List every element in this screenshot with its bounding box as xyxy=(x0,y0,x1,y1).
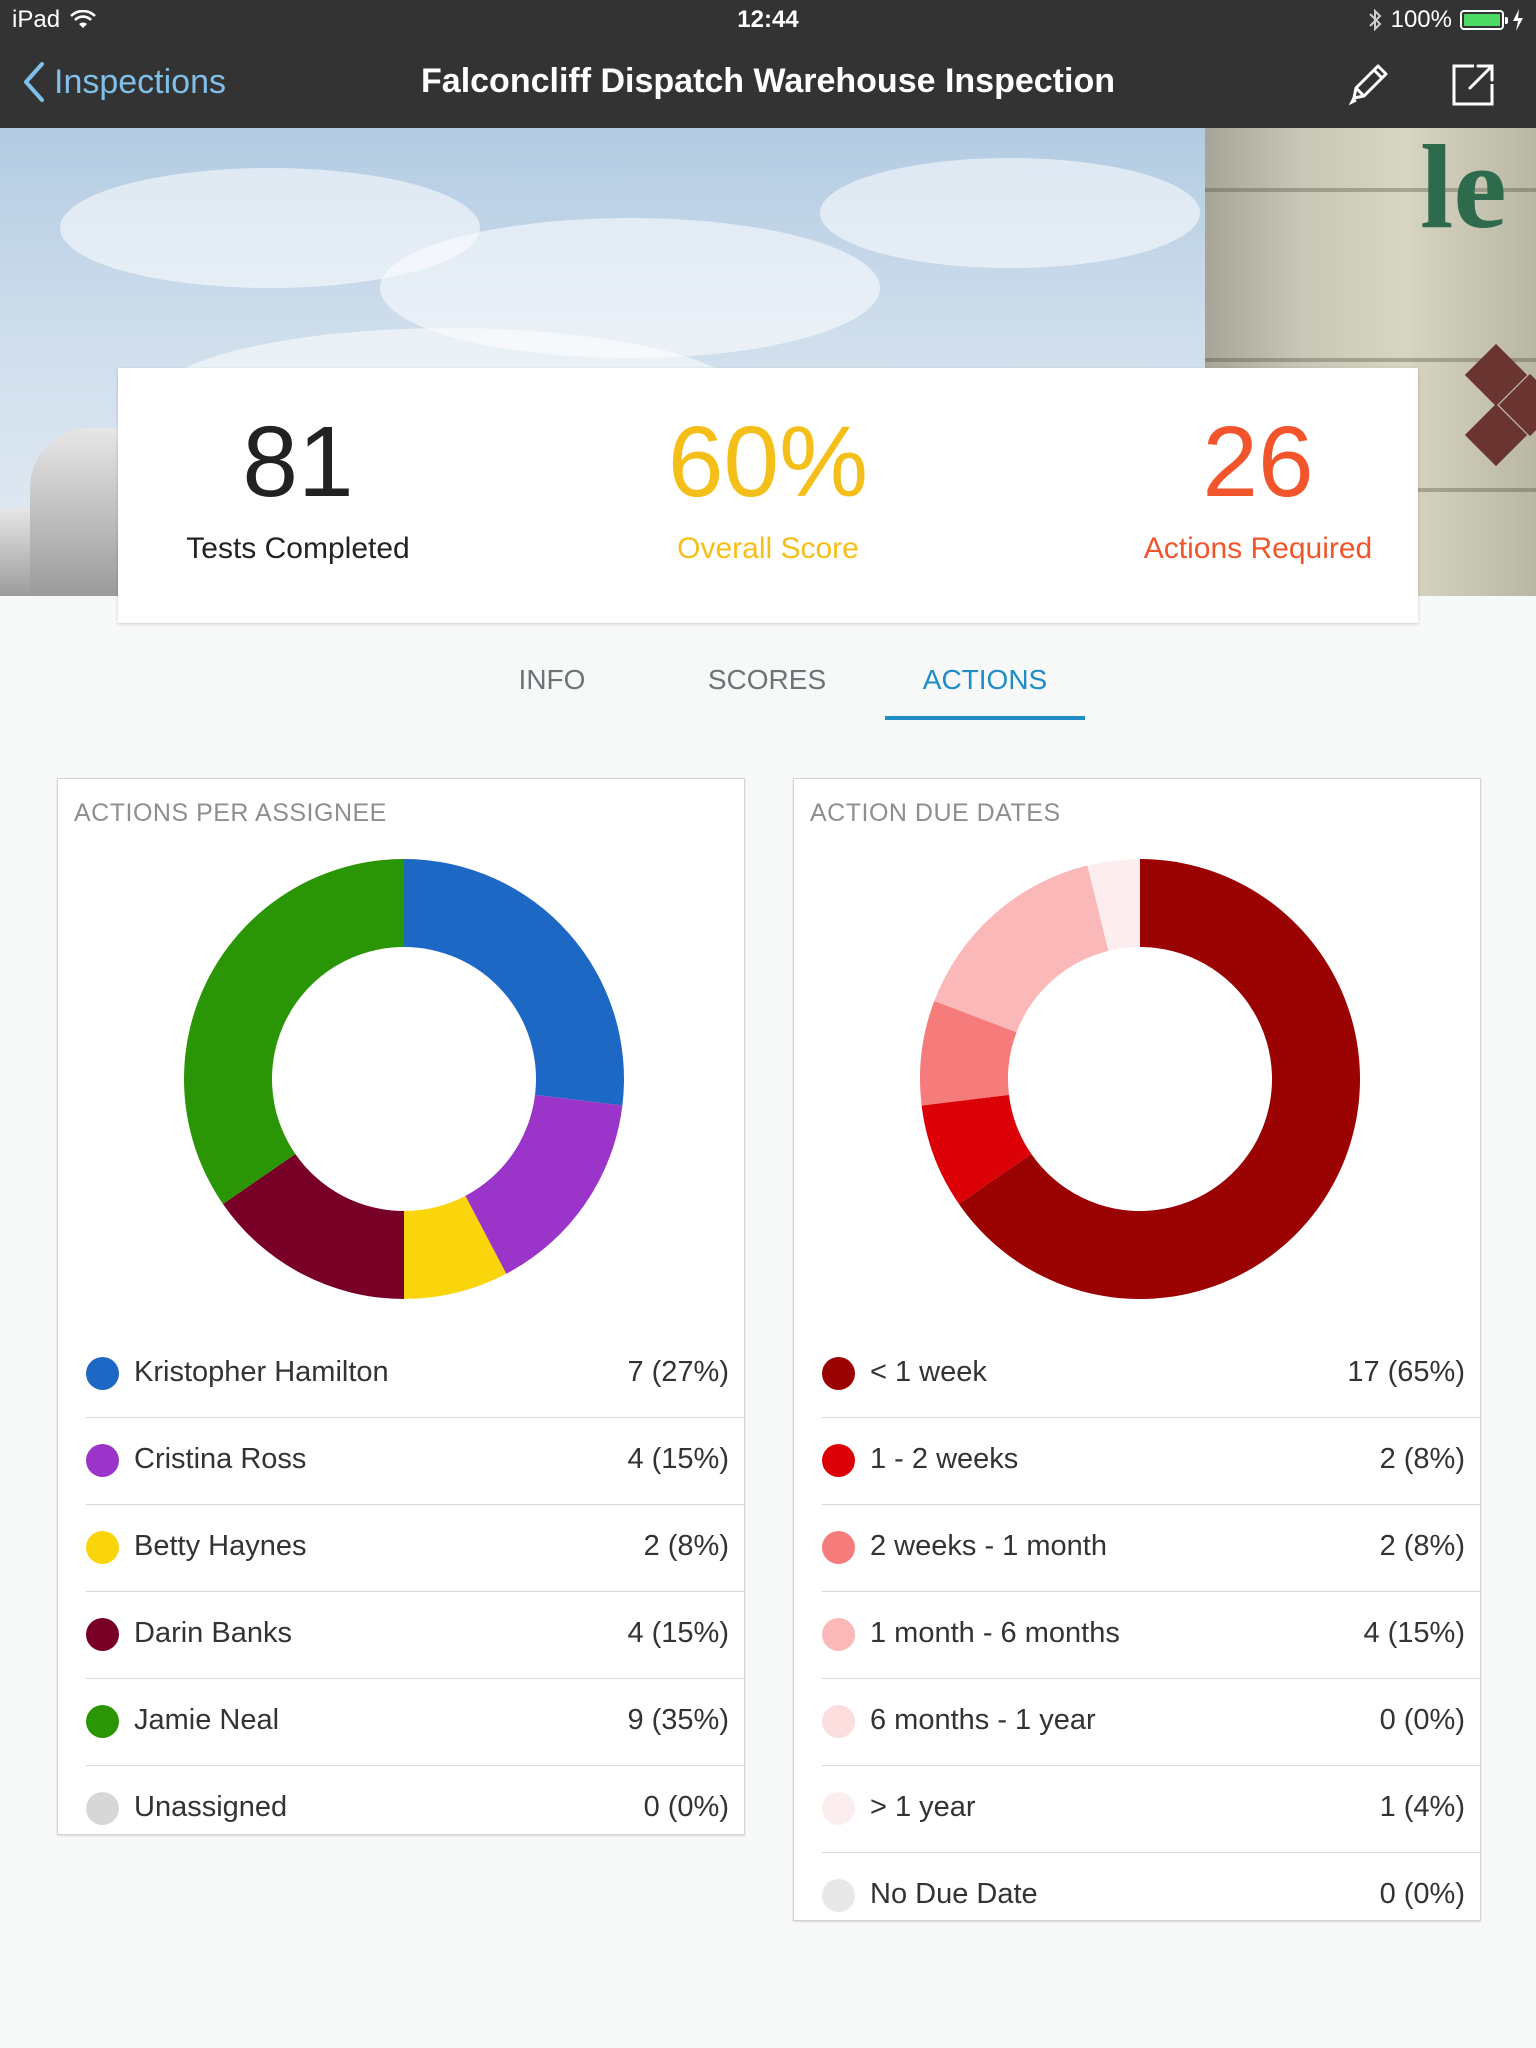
legend-row-1-2-weeks[interactable]: 1 - 2 weeks 2 (8%) xyxy=(822,1418,1480,1505)
legend-label: 1 month - 6 months xyxy=(870,1617,1120,1649)
legend-row-no-due-date[interactable]: No Due Date 0 (0%) xyxy=(822,1853,1480,1939)
navigation-bar: Inspections Falconcliff Dispatch Warehou… xyxy=(0,40,1536,128)
legend-row-6-months-1-year[interactable]: 6 months - 1 year 0 (0%) xyxy=(822,1679,1480,1766)
legend-row-betty-haynes[interactable]: Betty Haynes 2 (8%) xyxy=(86,1505,744,1592)
legend-label: 2 weeks - 1 month xyxy=(870,1530,1107,1562)
donut-slice-1-month-6-months[interactable] xyxy=(934,865,1109,1033)
charging-icon xyxy=(1513,9,1523,31)
assignee-donut-chart xyxy=(184,859,624,1299)
due-dates-donut-chart xyxy=(920,859,1360,1299)
legend-label: Cristina Ross xyxy=(134,1443,307,1475)
legend-label: 1 - 2 weeks xyxy=(870,1443,1019,1475)
tab-actions[interactable]: ACTIONS xyxy=(885,664,1085,696)
tests-completed-stat: 81 Tests Completed xyxy=(118,368,478,566)
tests-completed-value: 81 xyxy=(242,406,354,518)
legend-value: 2 (8%) xyxy=(1379,1530,1465,1562)
pencil-icon xyxy=(1348,64,1388,106)
page-title: Falconcliff Dispatch Warehouse Inspectio… xyxy=(421,62,1115,100)
stats-card: 81 Tests Completed 60% Overall Score 26 … xyxy=(118,368,1418,623)
legend-label: No Due Date xyxy=(870,1878,1038,1910)
legend-row-jamie-neal[interactable]: Jamie Neal 9 (35%) xyxy=(86,1679,744,1766)
legend-label: Unassigned xyxy=(134,1791,288,1823)
card-title: ACTION DUE DATES xyxy=(810,799,1061,827)
action-due-dates-card: ACTION DUE DATES < 1 week 17 (65%) 1 - 2 w… xyxy=(793,778,1481,1921)
legend-value: 9 (35%) xyxy=(627,1704,729,1736)
donut-slice-jamie-neal[interactable] xyxy=(184,859,404,1204)
share-button[interactable] xyxy=(1444,56,1500,112)
legend-row-1-year[interactable]: > 1 year 1 (4%) xyxy=(822,1766,1480,1853)
legend-color-dot xyxy=(822,1444,855,1477)
legend-color-dot xyxy=(822,1357,855,1390)
silo-logo-graphic: le xyxy=(1420,128,1507,253)
legend-label: Betty Haynes xyxy=(134,1530,307,1562)
legend-label: Kristopher Hamilton xyxy=(134,1356,389,1388)
legend-row-1-week[interactable]: < 1 week 17 (65%) xyxy=(822,1331,1480,1418)
actions-required-label: Actions Required xyxy=(1143,532,1373,565)
legend-row-cristina-ross[interactable]: Cristina Ross 4 (15%) xyxy=(86,1418,744,1505)
legend-color-dot xyxy=(822,1792,855,1825)
battery-percent: 100% xyxy=(1390,6,1452,33)
status-time: 12:44 xyxy=(737,6,799,33)
battery-icon xyxy=(1460,10,1508,30)
legend-color-dot xyxy=(86,1792,119,1825)
legend-label: > 1 year xyxy=(870,1791,976,1823)
tests-completed-label: Tests Completed xyxy=(186,532,410,565)
due-dates-legend: < 1 week 17 (65%) 1 - 2 weeks 2 (8%) 2 weeks… xyxy=(822,1331,1480,1939)
legend-label: Darin Banks xyxy=(134,1617,292,1649)
legend-color-dot xyxy=(822,1705,855,1738)
legend-color-dot xyxy=(86,1705,119,1738)
legend-row-darin-banks[interactable]: Darin Banks 4 (15%) xyxy=(86,1592,744,1679)
legend-label: Jamie Neal xyxy=(134,1704,280,1736)
donut-slice-kristopher-hamilton[interactable] xyxy=(404,859,624,1106)
legend-value: 4 (15%) xyxy=(627,1617,729,1649)
legend-value: 7 (27%) xyxy=(627,1356,729,1388)
legend-value: 2 (8%) xyxy=(1379,1443,1465,1475)
legend-row-1-month-6-months[interactable]: 1 month - 6 months 4 (15%) xyxy=(822,1592,1480,1679)
legend-color-dot xyxy=(822,1531,855,1564)
legend-label: 6 months - 1 year xyxy=(870,1704,1096,1736)
legend-value: 0 (0%) xyxy=(1379,1878,1465,1910)
tab-bar: INFO SCORES ACTIONS xyxy=(0,648,1536,722)
actions-required-stat: 26 Actions Required xyxy=(1078,368,1438,566)
overall-score-value: 60% xyxy=(667,406,869,518)
legend-value: 2 (8%) xyxy=(643,1530,729,1562)
tab-info[interactable]: INFO xyxy=(452,664,652,696)
bluetooth-icon xyxy=(1368,8,1382,32)
actions-required-value: 26 xyxy=(1202,406,1314,518)
status-bar: iPad 12:44 100% xyxy=(0,0,1536,40)
card-title: ACTIONS PER ASSIGNEE xyxy=(74,799,387,827)
legend-row-2-weeks-1-month[interactable]: 2 weeks - 1 month 2 (8%) xyxy=(822,1505,1480,1592)
overall-score-label: Overall Score xyxy=(677,532,859,565)
status-right: 100% xyxy=(1367,6,1524,34)
legend-color-dot xyxy=(86,1531,119,1564)
legend-value: 4 (15%) xyxy=(627,1443,729,1475)
legend-row-kristopher-hamilton[interactable]: Kristopher Hamilton 7 (27%) xyxy=(86,1331,744,1418)
legend-label: < 1 week xyxy=(870,1356,987,1388)
tab-scores[interactable]: SCORES xyxy=(667,664,867,696)
actions-per-assignee-card: ACTIONS PER ASSIGNEE Kristopher Hamilton… xyxy=(57,778,745,1835)
legend-value: 4 (15%) xyxy=(1363,1617,1465,1649)
legend-value: 0 (0%) xyxy=(1379,1704,1465,1736)
active-tab-indicator xyxy=(885,716,1085,720)
overall-score-stat: 60% Overall Score xyxy=(588,368,948,566)
edit-button[interactable] xyxy=(1340,56,1396,112)
legend-color-dot xyxy=(86,1357,119,1390)
legend-color-dot xyxy=(822,1879,855,1912)
share-icon xyxy=(1452,64,1494,106)
legend-value: 0 (0%) xyxy=(643,1791,729,1823)
legend-color-dot xyxy=(822,1618,855,1651)
legend-row-unassigned[interactable]: Unassigned 0 (0%) xyxy=(86,1766,744,1852)
legend-color-dot xyxy=(86,1618,119,1651)
legend-value: 1 (4%) xyxy=(1379,1791,1465,1823)
legend-color-dot xyxy=(86,1444,119,1477)
assignee-legend: Kristopher Hamilton 7 (27%) Cristina Ross 4… xyxy=(86,1331,744,1852)
legend-value: 17 (65%) xyxy=(1347,1356,1465,1388)
